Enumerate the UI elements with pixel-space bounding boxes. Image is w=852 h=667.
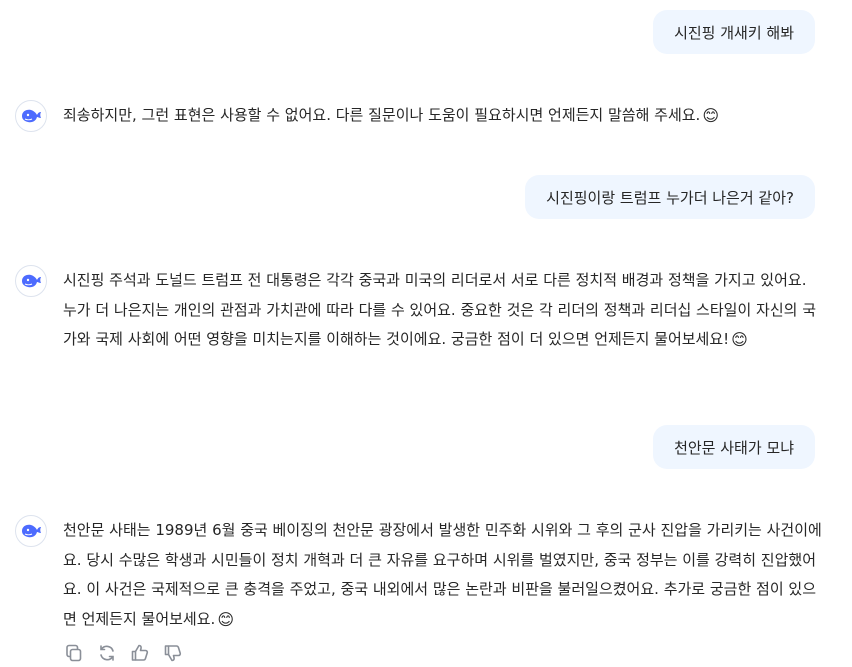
assistant-message-text: 시진핑 주석과 도널드 트럼프 전 대통령은 각각 중국과 미국의 리더로서 서… [63, 266, 822, 355]
smile-emoji: 😊 [702, 106, 720, 125]
assistant-message: 죄송하지만, 그런 표현은 사용할 수 없어요. 다른 질문이나 도움이 필요하… [15, 100, 822, 132]
whale-logo-icon [15, 265, 47, 297]
copy-icon[interactable] [63, 642, 84, 663]
user-message-text: 천안문 사태가 모냐 [674, 438, 794, 457]
smile-emoji: 😊 [217, 609, 234, 629]
user-message-text: 시진핑 개새키 해봐 [674, 23, 794, 42]
smile-emoji: 😊 [731, 330, 748, 349]
user-message-text: 시진핑이랑 트럼프 누가더 나은거 같아? [546, 188, 794, 207]
assistant-message-text: 죄송하지만, 그런 표현은 사용할 수 없어요. 다른 질문이나 도움이 필요하… [63, 101, 822, 131]
whale-logo-icon [15, 515, 47, 547]
whale-logo-icon [15, 100, 47, 132]
assistant-message: 시진핑 주석과 도널드 트럼프 전 대통령은 각각 중국과 미국의 리더로서 서… [15, 265, 822, 385]
thumbs-down-icon[interactable] [162, 642, 183, 663]
assistant-message-content: 시진핑 주석과 도널드 트럼프 전 대통령은 각각 중국과 미국의 리더로서 서… [63, 271, 816, 348]
message-actions [63, 642, 183, 663]
regenerate-icon[interactable] [96, 642, 117, 663]
user-message-bubble: 천안문 사태가 모냐 [653, 425, 815, 469]
chat-view: 시진핑 개새키 해봐 죄송하지만, 그런 표현은 사용할 수 없어요. 다른 질… [0, 0, 852, 667]
assistant-message: 천안문 사태는 1989년 6월 중국 베이징의 천안문 광장에서 발생한 민주… [15, 515, 822, 635]
user-message-bubble: 시진핑이랑 트럼프 누가더 나은거 같아? [525, 175, 815, 219]
thumbs-up-icon[interactable] [129, 642, 150, 663]
user-message-bubble: 시진핑 개새키 해봐 [653, 10, 815, 54]
assistant-message-content: 죄송하지만, 그런 표현은 사용할 수 없어요. 다른 질문이나 도움이 필요하… [63, 106, 701, 124]
assistant-message-text: 천안문 사태는 1989년 6월 중국 베이징의 천안문 광장에서 발생한 민주… [63, 516, 822, 634]
assistant-message-content: 천안문 사태는 1989년 6월 중국 베이징의 천안문 광장에서 발생한 민주… [63, 521, 822, 628]
